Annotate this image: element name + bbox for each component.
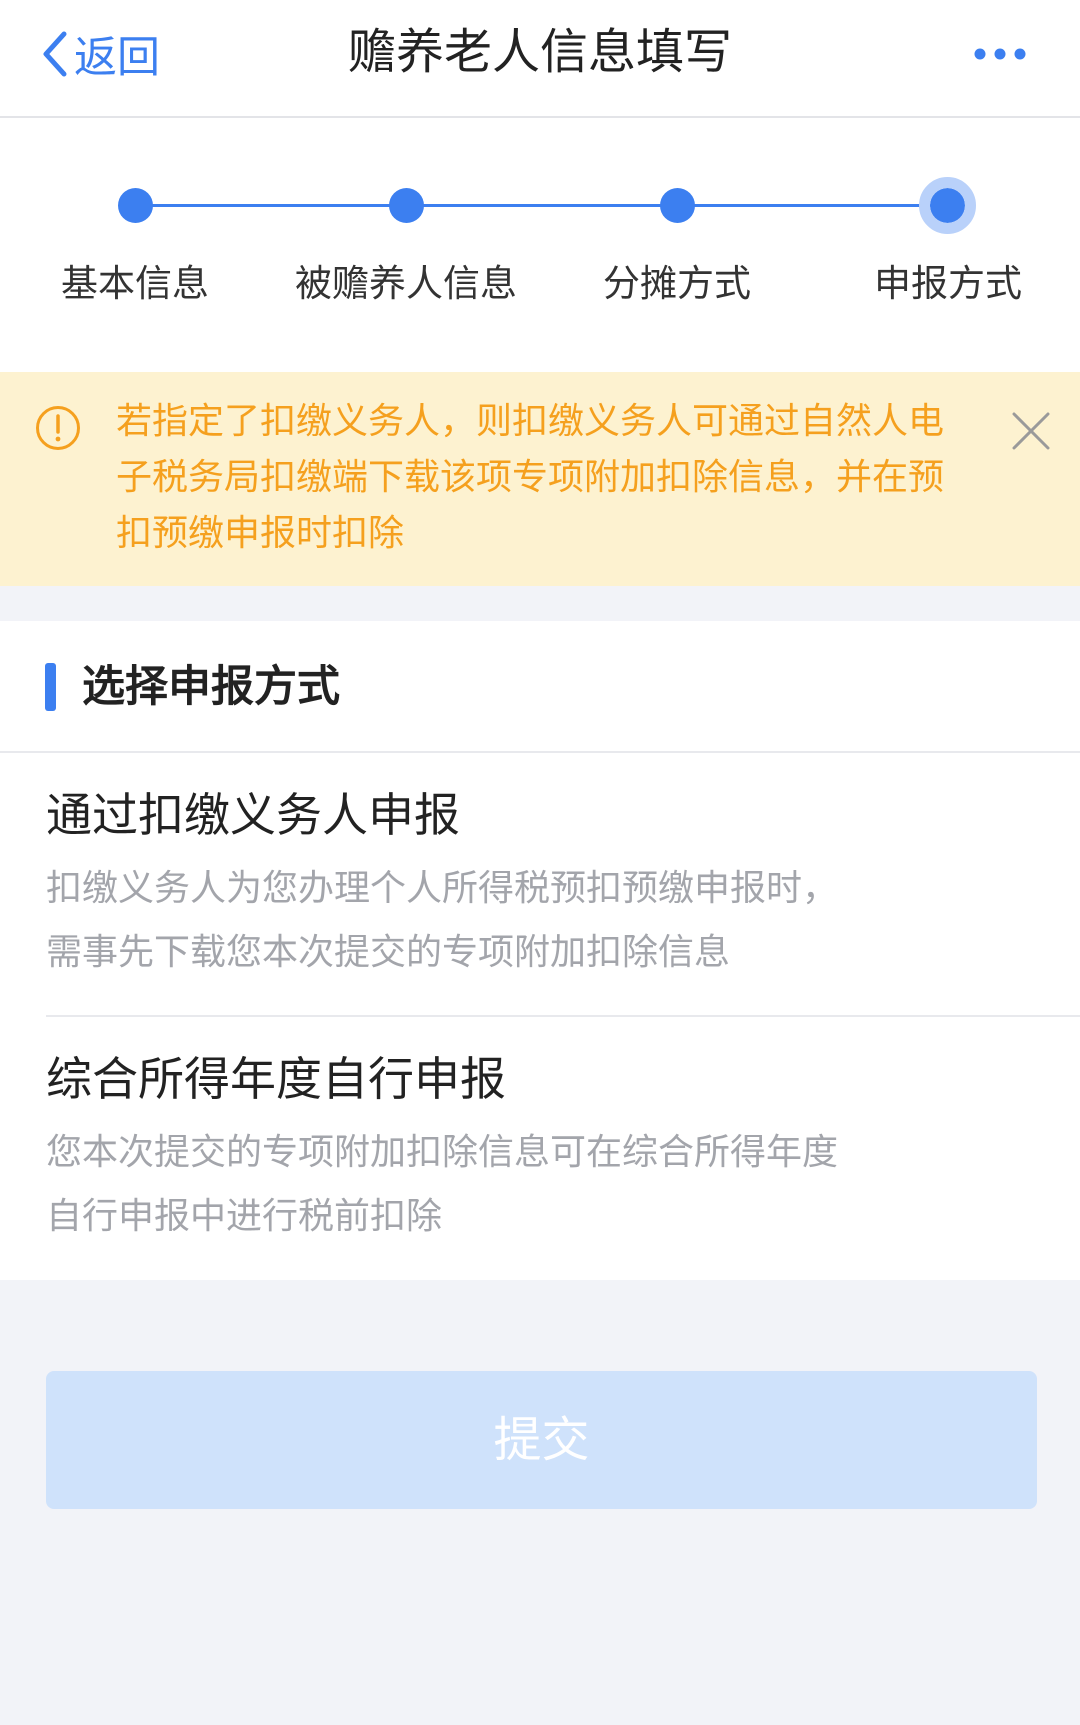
step-label-basic-info: 基本信息 bbox=[61, 262, 209, 305]
step-label-filing-method: 申报方式 bbox=[874, 262, 1022, 305]
close-icon[interactable] bbox=[1008, 408, 1054, 454]
section-accent-bar bbox=[45, 663, 56, 711]
info-circle-icon bbox=[36, 406, 80, 450]
section-header: 选择申报方式 bbox=[0, 621, 1080, 753]
step-dot-basic-info bbox=[118, 188, 153, 223]
nav-bar: 返回 赡养老人信息填写 bbox=[0, 0, 1080, 118]
option-annual-self-filing[interactable]: 综合所得年度自行申报 您本次提交的专项附加扣除信息可在综合所得年度自行申报中进行… bbox=[0, 1017, 1080, 1279]
step-connector bbox=[677, 204, 948, 207]
chevron-left-icon bbox=[43, 31, 67, 77]
back-button[interactable]: 返回 bbox=[40, 24, 160, 84]
step-dot-filing-method bbox=[919, 177, 976, 234]
notice-text: 若指定了扣缴义务人，则扣缴义务人可通过自然人电子税务局扣缴端下载该项专项附加扣除… bbox=[116, 401, 945, 554]
more-button[interactable] bbox=[968, 32, 1032, 76]
page-title: 赡养老人信息填写 bbox=[347, 24, 732, 80]
option-description: 您本次提交的专项附加扣除信息可在综合所得年度自行申报中进行税前扣除 bbox=[46, 1132, 839, 1237]
submit-button[interactable]: 提交 bbox=[46, 1371, 1037, 1509]
back-label: 返回 bbox=[74, 33, 160, 83]
step-connector bbox=[406, 204, 677, 207]
step-dot-allocation bbox=[660, 188, 695, 223]
step-label-allocation: 分摊方式 bbox=[603, 262, 751, 305]
filing-method-section: 选择申报方式 通过扣缴义务人申报 扣缴义务人为您办理个人所得税预扣预缴申报时，需… bbox=[0, 621, 1080, 1280]
section-title: 选择申报方式 bbox=[82, 662, 340, 712]
option-withholding-agent[interactable]: 通过扣缴义务人申报 扣缴义务人为您办理个人所得税预扣预缴申报时，需事先下载您本次… bbox=[0, 753, 1080, 1015]
step-connector bbox=[135, 204, 406, 207]
step-label-dependent-info: 被赡养人信息 bbox=[295, 262, 517, 305]
option-description: 扣缴义务人为您办理个人所得税预扣预缴申报时，需事先下载您本次提交的专项附加扣除信… bbox=[46, 868, 839, 973]
step-dot-dependent-info bbox=[389, 188, 424, 223]
more-dots-icon bbox=[974, 48, 1026, 60]
progress-stepper: 基本信息 被赡养人信息 分摊方式 申报方式 bbox=[0, 118, 1080, 372]
option-title: 综合所得年度自行申报 bbox=[46, 1052, 506, 1106]
option-title: 通过扣缴义务人申报 bbox=[46, 788, 460, 842]
